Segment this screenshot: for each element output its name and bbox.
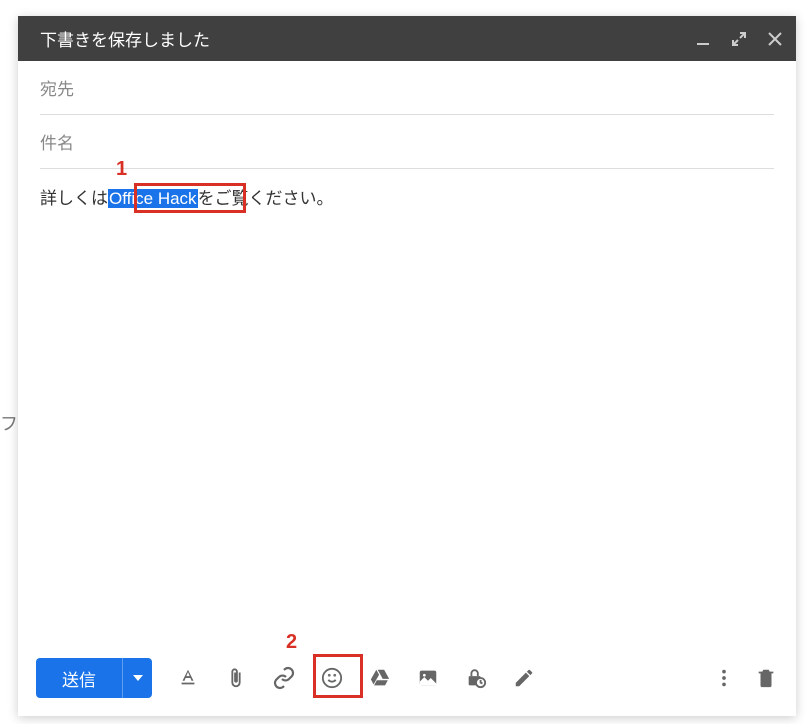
header-fields: 宛先 件名 — [18, 61, 796, 169]
window-title: 下書きを保存しました — [40, 26, 696, 51]
to-field[interactable]: 宛先 — [40, 61, 774, 115]
confidential-icon[interactable] — [464, 666, 488, 690]
text-format-icon[interactable] — [176, 666, 200, 690]
send-more-button[interactable] — [122, 658, 152, 698]
expand-icon[interactable] — [732, 32, 746, 46]
formatting-icons — [176, 666, 536, 690]
pen-icon[interactable] — [512, 666, 536, 690]
close-icon[interactable] — [768, 32, 782, 46]
body-text-line: 詳しくはOffice Hackをご覧ください。 — [40, 185, 774, 212]
selected-text: Office Hack — [108, 189, 198, 208]
message-body[interactable]: 詳しくはOffice Hackをご覧ください。 1 — [18, 169, 796, 646]
window-header: 下書きを保存しました — [18, 16, 796, 61]
image-icon[interactable] — [416, 666, 440, 690]
more-options-icon[interactable] — [712, 666, 736, 690]
send-button[interactable]: 送信 — [36, 658, 122, 698]
toolbar-right-section — [712, 666, 778, 690]
caret-down-icon — [133, 675, 143, 681]
link-icon[interactable] — [272, 666, 296, 690]
body-suffix: をご覧ください。 — [198, 189, 334, 208]
background-text: フ — [0, 410, 18, 436]
drive-icon[interactable] — [368, 666, 392, 690]
compose-window: 下書きを保存しました 宛先 件名 詳しくはOffice Hackをご覧ください。… — [18, 16, 796, 716]
body-prefix: 詳しくは — [40, 189, 108, 208]
attachment-icon[interactable] — [224, 666, 248, 690]
emoji-icon[interactable] — [320, 666, 344, 690]
minimize-icon[interactable] — [696, 32, 710, 46]
subject-field[interactable]: 件名 — [40, 115, 774, 169]
delete-icon[interactable] — [754, 666, 778, 690]
window-controls — [696, 32, 782, 46]
send-button-group: 送信 — [36, 658, 152, 698]
compose-toolbar: 送信 — [18, 646, 796, 716]
